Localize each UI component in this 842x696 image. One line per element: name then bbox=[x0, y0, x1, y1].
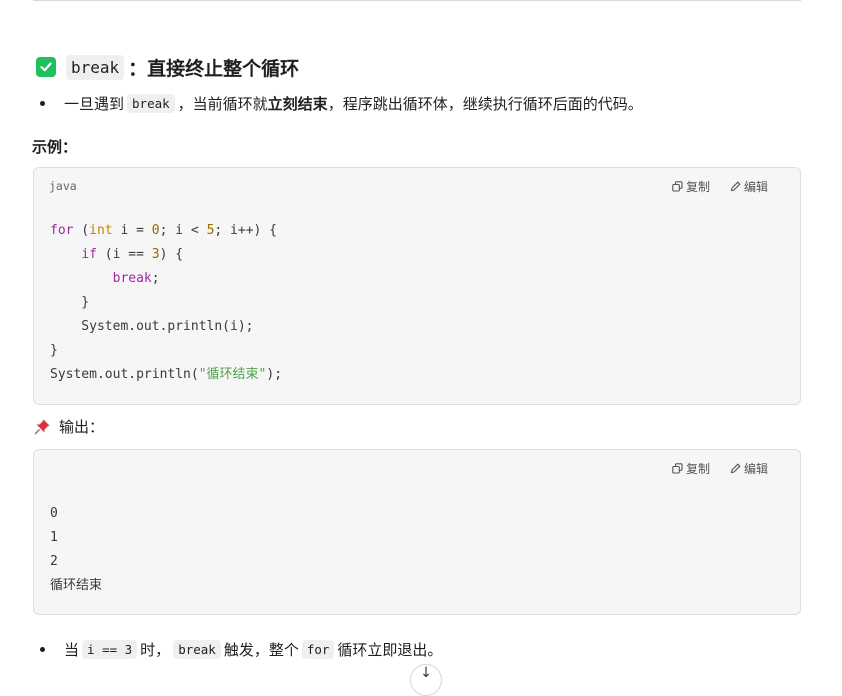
output-block-actions: 复制 编辑 bbox=[672, 460, 768, 477]
edit-button[interactable]: 编辑 bbox=[730, 178, 768, 195]
edit-button[interactable]: 编辑 bbox=[730, 460, 768, 477]
section-heading: break ：直接终止整个循环 bbox=[36, 52, 299, 82]
output-line: 0 bbox=[50, 506, 58, 521]
copy-button[interactable]: 复制 bbox=[672, 460, 710, 477]
code-line: for (int i = 0; i < 5; i++) { bbox=[50, 223, 278, 238]
checkmark-icon bbox=[36, 57, 56, 77]
bullet-dot bbox=[40, 647, 45, 652]
intro-bold: 立刻结束 bbox=[267, 95, 328, 113]
intro-bullet: 一旦遇到 break ，当前循环就 立刻结束 ，程序跳出循环体，继续执行循环后面… bbox=[40, 93, 643, 114]
summary-prefix: 当 bbox=[64, 641, 80, 659]
intro-suffix: ，程序跳出循环体，继续执行循环后面的代码。 bbox=[327, 95, 643, 113]
code-language-label: java bbox=[49, 179, 77, 193]
scroll-down-button[interactable]: ↓ bbox=[410, 664, 442, 696]
summary-text-2: 触发，整个 bbox=[223, 641, 299, 659]
edit-label: 编辑 bbox=[743, 180, 768, 194]
bullet-dot bbox=[40, 101, 45, 106]
output-line: 2 bbox=[50, 554, 58, 569]
summary-code-for: for bbox=[301, 640, 335, 659]
output-line: 循环结束 bbox=[50, 578, 103, 593]
intro-code: break bbox=[127, 94, 175, 113]
code-line: System.out.println(i); bbox=[50, 319, 254, 334]
copy-button[interactable]: 复制 bbox=[672, 178, 710, 195]
code-content: for (int i = 0; i < 5; i++) { if (i == 3… bbox=[50, 219, 282, 387]
code-line: break; bbox=[112, 271, 160, 286]
summary-bullet: 当 i == 3 时， break 触发，整个 for 循环立即退出。 bbox=[40, 639, 442, 660]
edit-icon bbox=[730, 463, 741, 474]
copy-icon bbox=[672, 463, 683, 474]
pushpin-icon bbox=[34, 418, 51, 435]
summary-code-condition: i == 3 bbox=[82, 640, 138, 659]
edit-icon bbox=[730, 181, 741, 192]
output-label: 输出： bbox=[34, 416, 104, 437]
summary-text-3: 循环立即退出。 bbox=[337, 641, 443, 659]
code-line: } bbox=[50, 343, 58, 358]
summary-code-break: break bbox=[173, 640, 221, 659]
heading-keyword-code: break bbox=[66, 54, 125, 80]
summary-text-1: 时， bbox=[140, 641, 171, 659]
edit-label: 编辑 bbox=[743, 462, 768, 476]
code-block: java 复制 编辑 for (int i = 0; i < 5; i++) {… bbox=[33, 167, 801, 405]
output-content: 0 1 2 循环结束 bbox=[50, 502, 102, 598]
output-label-text: 输出： bbox=[59, 418, 105, 436]
code-block-actions: 复制 编辑 bbox=[672, 178, 768, 195]
copy-label: 复制 bbox=[685, 180, 710, 194]
code-line: } bbox=[50, 295, 90, 310]
heading-text: ：直接终止整个循环 bbox=[128, 57, 300, 80]
code-line: if (i == 3) { bbox=[81, 247, 184, 262]
copy-icon bbox=[672, 181, 683, 192]
example-label: 示例： bbox=[32, 138, 78, 156]
intro-prefix: 一旦遇到 bbox=[64, 95, 125, 113]
output-line: 1 bbox=[50, 530, 58, 545]
top-divider bbox=[33, 0, 801, 1]
intro-mid: ，当前循环就 bbox=[177, 95, 268, 113]
output-block: 复制 编辑 0 1 2 循环结束 bbox=[33, 449, 801, 615]
copy-label: 复制 bbox=[685, 462, 710, 476]
code-line: System.out.println("循环结束"); bbox=[50, 367, 283, 382]
